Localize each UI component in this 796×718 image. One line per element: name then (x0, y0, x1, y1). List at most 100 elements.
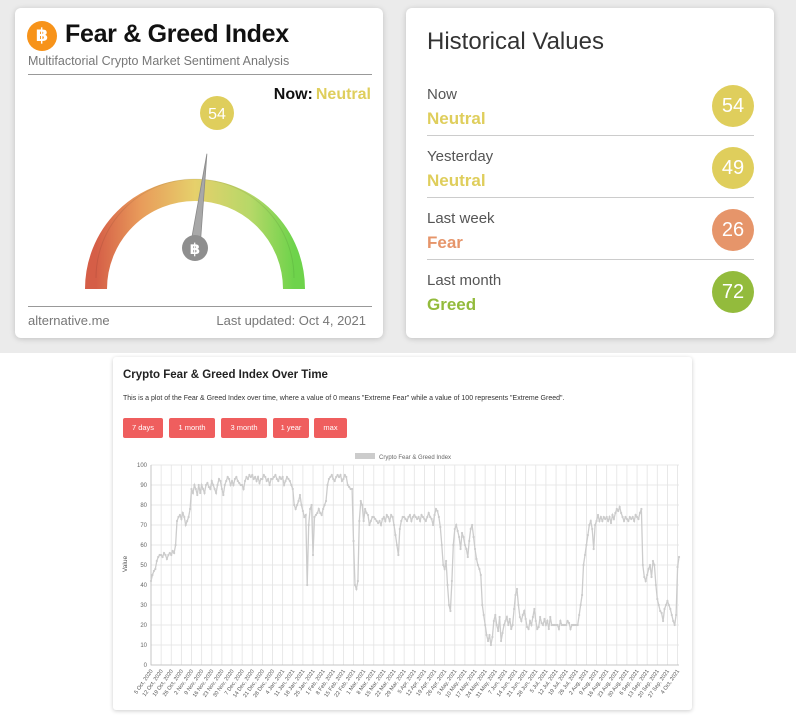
data-point[interactable] (322, 507, 325, 511)
data-point[interactable] (359, 499, 362, 503)
data-point[interactable] (593, 523, 597, 527)
data-point[interactable] (255, 479, 258, 483)
data-point[interactable] (517, 603, 520, 607)
data-point[interactable] (431, 523, 435, 527)
data-point[interactable] (290, 483, 293, 487)
data-point[interactable] (666, 599, 669, 603)
data-point[interactable] (404, 517, 407, 521)
data-point[interactable] (501, 631, 504, 635)
data-point[interactable] (306, 583, 309, 587)
data-point[interactable] (536, 627, 539, 631)
data-point[interactable] (592, 547, 595, 551)
data-point[interactable] (434, 507, 438, 511)
data-point[interactable] (539, 615, 542, 619)
data-point[interactable] (449, 609, 452, 613)
data-point[interactable] (433, 513, 436, 517)
data-point[interactable] (187, 515, 190, 519)
data-point[interactable] (612, 517, 616, 521)
data-point[interactable] (498, 615, 501, 619)
data-point[interactable] (424, 519, 427, 523)
data-point[interactable] (436, 509, 439, 513)
data-point[interactable] (278, 475, 281, 479)
data-point[interactable] (488, 633, 491, 637)
data-point[interactable] (241, 483, 244, 487)
data-point[interactable] (316, 511, 319, 515)
data-point[interactable] (502, 623, 506, 627)
data-point[interactable] (388, 519, 391, 523)
data-point[interactable] (473, 547, 477, 551)
data-point[interactable] (350, 487, 354, 491)
data-point[interactable] (165, 557, 169, 561)
data-point[interactable] (463, 543, 467, 547)
data-point[interactable] (403, 515, 406, 519)
data-point[interactable] (400, 519, 403, 523)
data-point[interactable] (437, 515, 440, 519)
data-point[interactable] (497, 629, 500, 633)
data-point[interactable] (243, 479, 247, 483)
data-point[interactable] (214, 491, 218, 495)
data-point[interactable] (258, 481, 261, 485)
data-point[interactable] (212, 483, 215, 487)
data-point[interactable] (155, 559, 158, 563)
data-point[interactable] (151, 573, 154, 577)
data-point[interactable] (353, 583, 357, 587)
data-point[interactable] (394, 533, 397, 537)
data-point[interactable] (242, 487, 245, 491)
data-point[interactable] (168, 551, 171, 555)
data-point[interactable] (507, 623, 510, 627)
data-point[interactable] (297, 499, 300, 503)
data-point[interactable] (222, 493, 225, 497)
data-point[interactable] (576, 623, 579, 627)
data-point[interactable] (647, 567, 650, 571)
data-point[interactable] (537, 625, 540, 629)
data-point[interactable] (611, 513, 614, 517)
data-point[interactable] (340, 479, 344, 483)
data-point[interactable] (489, 643, 493, 647)
range-max-button[interactable]: max (314, 418, 347, 438)
data-point[interactable] (271, 477, 274, 481)
data-point[interactable] (319, 511, 322, 515)
data-point[interactable] (614, 511, 617, 515)
data-point[interactable] (585, 543, 588, 547)
data-point[interactable] (348, 485, 351, 489)
data-point[interactable] (466, 555, 469, 559)
data-point[interactable] (657, 603, 660, 607)
data-point[interactable] (631, 515, 634, 519)
data-point[interactable] (445, 559, 448, 563)
data-point[interactable] (213, 487, 216, 491)
data-point[interactable] (225, 479, 228, 483)
data-point[interactable] (327, 477, 331, 481)
data-point[interactable] (317, 507, 320, 511)
data-point[interactable] (190, 487, 193, 491)
data-point[interactable] (462, 535, 465, 539)
data-point[interactable] (281, 475, 284, 479)
data-point[interactable] (414, 515, 417, 519)
data-point[interactable] (188, 507, 192, 511)
data-point[interactable] (512, 607, 516, 611)
data-point[interactable] (296, 503, 299, 507)
data-point[interactable] (492, 619, 495, 623)
data-point[interactable] (326, 483, 329, 487)
data-point[interactable] (379, 523, 383, 527)
data-point[interactable] (374, 517, 377, 521)
data-point[interactable] (468, 539, 471, 543)
data-point[interactable] (479, 573, 482, 577)
data-point[interactable] (284, 479, 287, 483)
data-point[interactable] (164, 553, 167, 557)
data-point[interactable] (528, 619, 532, 623)
data-point[interactable] (345, 475, 348, 479)
data-point[interactable] (162, 551, 166, 555)
data-point[interactable] (405, 519, 409, 523)
data-point[interactable] (375, 519, 378, 523)
data-point[interactable] (624, 515, 627, 519)
data-point[interactable] (175, 519, 179, 523)
data-point[interactable] (397, 553, 400, 557)
data-point[interactable] (170, 553, 173, 557)
data-point[interactable] (677, 555, 681, 559)
data-point[interactable] (521, 613, 524, 617)
data-point[interactable] (365, 511, 368, 515)
data-point[interactable] (268, 483, 271, 487)
data-point[interactable] (643, 575, 646, 579)
data-point[interactable] (527, 627, 530, 631)
data-point[interactable] (510, 627, 513, 631)
